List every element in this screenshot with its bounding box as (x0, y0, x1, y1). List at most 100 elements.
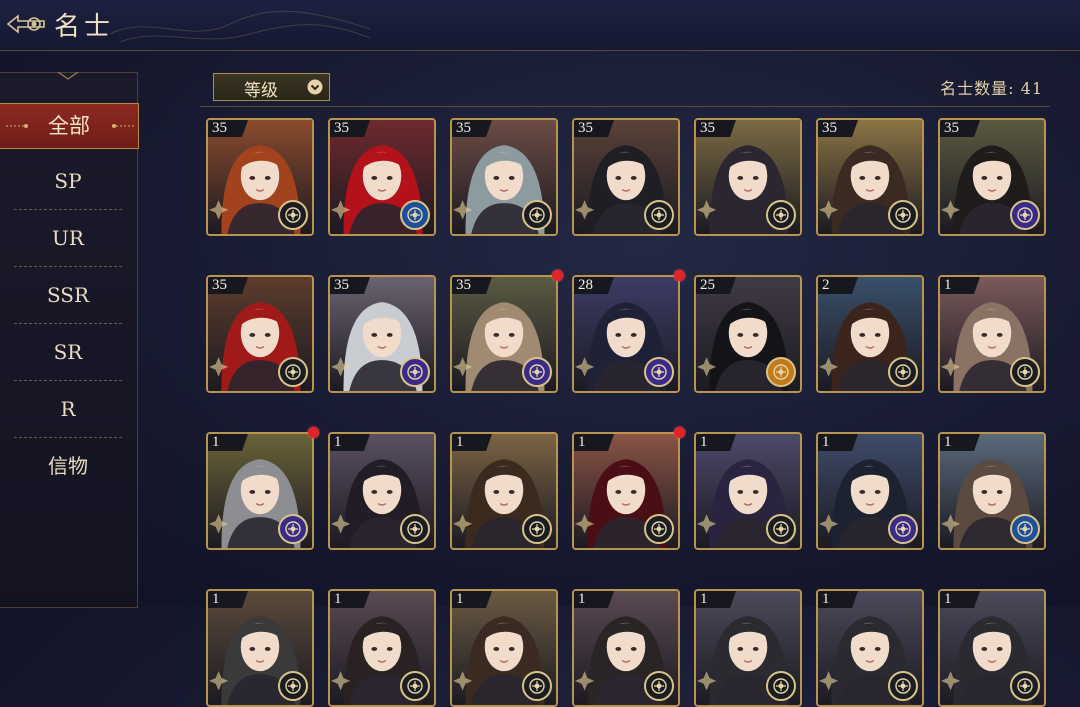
sidebar-item-label: SR (53, 340, 83, 364)
character-card[interactable]: 35 (206, 118, 314, 236)
top-bar: 名士 (0, 0, 1080, 51)
faction-emblem-icon (766, 671, 796, 701)
character-card[interactable]: 35 (694, 118, 802, 236)
character-card[interactable]: 1 (450, 589, 558, 707)
faction-emblem-icon (522, 514, 552, 544)
faction-emblem-icon (888, 671, 918, 701)
level-badge: 1 (574, 591, 614, 608)
level-badge: 1 (940, 434, 980, 451)
level-badge: 35 (574, 120, 614, 137)
character-grid: 35 35 35 35 35 35 35 35 35 35 28 25 2 1 … (206, 118, 1048, 707)
level-badge: 1 (452, 591, 492, 608)
faction-emblem-icon (766, 514, 796, 544)
faction-emblem-icon (522, 671, 552, 701)
character-card[interactable]: 28 (572, 275, 680, 393)
notification-dot (674, 427, 685, 438)
level-badge: 1 (452, 434, 492, 451)
back-swirl-icon[interactable] (4, 10, 48, 38)
sidebar-item-label: R (60, 397, 76, 421)
sidebar-item-ssr[interactable]: SSR (14, 267, 122, 324)
sidebar-item-ur[interactable]: UR (14, 210, 122, 267)
notification-dot (308, 427, 319, 438)
character-card[interactable]: 1 (816, 432, 924, 550)
character-card[interactable]: 1 (206, 432, 314, 550)
sidebar-item-all[interactable]: 全部 (0, 103, 139, 149)
category-sidebar: 全部 SP UR SSR SR R 信物 (0, 72, 139, 608)
character-card[interactable]: 1 (816, 589, 924, 707)
level-badge: 35 (452, 277, 492, 294)
cloud-ornament-icon (110, 10, 370, 43)
character-card[interactable]: 1 (938, 589, 1046, 707)
faction-emblem-icon (644, 671, 674, 701)
sort-dropdown-label: 等级 (244, 81, 278, 101)
ornament-right-icon (112, 124, 134, 128)
sort-dropdown[interactable]: 等级 (213, 73, 330, 101)
faction-emblem-icon (400, 671, 430, 701)
character-count: 名士数量: 41 (940, 79, 1043, 98)
faction-emblem-icon (278, 671, 308, 701)
level-badge: 2 (818, 277, 858, 294)
character-card[interactable]: 2 (816, 275, 924, 393)
character-card[interactable]: 25 (694, 275, 802, 393)
sidebar-item-label: 全部 (48, 114, 90, 138)
character-card[interactable]: 1 (938, 432, 1046, 550)
character-card[interactable]: 35 (572, 118, 680, 236)
character-card[interactable]: 35 (450, 118, 558, 236)
faction-emblem-icon (644, 357, 674, 387)
sidebar-item-tokens[interactable]: 信物 (14, 438, 122, 494)
character-card[interactable]: 35 (938, 118, 1046, 236)
ornament-left-icon (6, 124, 28, 128)
notification-dot (674, 270, 685, 281)
character-card[interactable]: 1 (328, 589, 436, 707)
faction-emblem-icon (1010, 200, 1040, 230)
faction-emblem-icon (1010, 514, 1040, 544)
faction-emblem-icon (888, 357, 918, 387)
faction-emblem-icon (766, 200, 796, 230)
faction-emblem-icon (644, 514, 674, 544)
level-badge: 1 (818, 591, 858, 608)
character-card[interactable]: 1 (572, 432, 680, 550)
page-title: 名士 (54, 12, 115, 42)
character-card[interactable]: 35 (328, 118, 436, 236)
faction-emblem-icon (644, 200, 674, 230)
faction-emblem-icon (278, 514, 308, 544)
level-badge: 35 (208, 277, 248, 294)
character-card[interactable]: 35 (450, 275, 558, 393)
faction-emblem-icon (1010, 357, 1040, 387)
level-badge: 25 (696, 277, 736, 294)
character-card[interactable]: 1 (450, 432, 558, 550)
character-card[interactable]: 1 (694, 589, 802, 707)
faction-emblem-icon (400, 357, 430, 387)
faction-emblem-icon (400, 514, 430, 544)
faction-emblem-icon (278, 357, 308, 387)
character-card[interactable]: 1 (328, 432, 436, 550)
sidebar-item-sr[interactable]: SR (14, 324, 122, 381)
level-badge: 1 (940, 277, 980, 294)
level-badge: 1 (208, 591, 248, 608)
chevron-down-icon (307, 79, 323, 95)
level-badge: 1 (940, 591, 980, 608)
level-badge: 35 (330, 120, 370, 137)
level-badge: 35 (330, 277, 370, 294)
character-card[interactable]: 35 (328, 275, 436, 393)
level-badge: 35 (940, 120, 980, 137)
character-card[interactable]: 1 (572, 589, 680, 707)
sidebar-item-label: SP (54, 169, 82, 193)
faction-emblem-icon (1010, 671, 1040, 701)
character-card[interactable]: 1 (206, 589, 314, 707)
level-badge: 1 (574, 434, 614, 451)
character-card[interactable]: 1 (938, 275, 1046, 393)
level-badge: 1 (330, 591, 370, 608)
character-card[interactable]: 35 (206, 275, 314, 393)
sidebar-item-sp[interactable]: SP (14, 153, 122, 210)
character-card[interactable]: 35 (816, 118, 924, 236)
sidebar-item-r[interactable]: R (14, 381, 122, 438)
level-badge: 1 (818, 434, 858, 451)
faction-emblem-icon (888, 514, 918, 544)
level-badge: 35 (452, 120, 492, 137)
level-badge: 1 (696, 434, 736, 451)
faction-emblem-icon (278, 200, 308, 230)
sidebar-item-label: SSR (46, 283, 90, 307)
character-card[interactable]: 1 (694, 432, 802, 550)
divider (200, 106, 1050, 107)
